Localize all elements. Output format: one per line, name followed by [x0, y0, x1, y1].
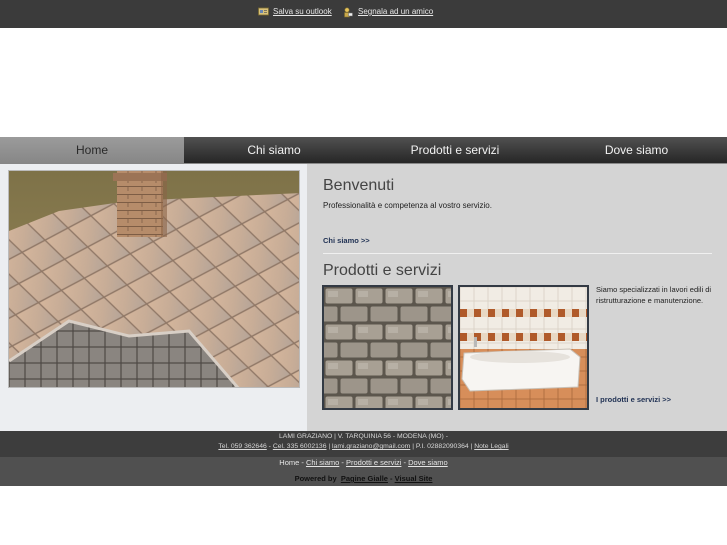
- footer-tel-link[interactable]: Tel. 059 362646: [218, 443, 266, 450]
- top-bar: Salva su outlook Segnala ad un amico: [0, 0, 727, 28]
- footer-nav-home[interactable]: Home: [279, 458, 299, 467]
- welcome-text: Professionalità e competenza al vostro s…: [323, 201, 492, 210]
- main-content: Benvenuti Professionalità e competenza a…: [0, 164, 727, 431]
- tell-friend-link[interactable]: Segnala ad un amico: [343, 7, 434, 18]
- left-column: [0, 164, 307, 431]
- products-text: Siamo specializzati in lavori edili di r…: [596, 285, 712, 305]
- hero-paving-image: [8, 170, 300, 388]
- send-friend-icon: [343, 7, 354, 18]
- footer-nav-prodotti[interactable]: Prodotti e servizi: [346, 458, 401, 467]
- footer-separator: -: [339, 458, 346, 467]
- powered-by: Powered by Pagine Gialle - Visual Site: [0, 474, 727, 483]
- footer-info: LAMI GRAZIANO | V. TARQUINIA 56 - MODENA…: [0, 431, 727, 457]
- footer-company: LAMI GRAZIANO | V. TARQUINIA 56 - MODENA…: [279, 433, 448, 440]
- products-heading: Prodotti e servizi: [323, 262, 442, 279]
- save-outlook-link[interactable]: Salva su outlook: [258, 7, 332, 16]
- nav-item-prodotti[interactable]: Prodotti e servizi: [364, 137, 546, 164]
- pagine-gialle-link[interactable]: Pagine Gialle: [341, 474, 388, 483]
- chi-siamo-link[interactable]: Chi siamo >>: [323, 236, 370, 245]
- right-column: Benvenuti Professionalità e competenza a…: [307, 164, 727, 431]
- header-banner: [0, 28, 727, 137]
- nav-item-chi-siamo[interactable]: Chi siamo: [184, 137, 364, 164]
- nav-item-home[interactable]: Home: [0, 137, 184, 164]
- save-outlook-label: Salva su outlook: [273, 7, 332, 16]
- welcome-heading: Benvenuti: [323, 177, 395, 194]
- footer-contacts: Tel. 059 362646 - Cel. 335 6002136 | lam…: [0, 443, 727, 450]
- products-link[interactable]: I prodotti e servizi >>: [596, 395, 671, 404]
- footer-nav-links: Home - Chi siamo - Prodotti e servizi - …: [0, 457, 727, 467]
- footer-legal-link[interactable]: Note Legali: [474, 443, 508, 450]
- footer-cel-link[interactable]: Cel. 335 6002136: [273, 443, 327, 450]
- powered-prefix: Powered by: [294, 474, 337, 483]
- stone-wall-thumbnail: [322, 285, 453, 410]
- footer-email-link[interactable]: lami.graziano@gmail.com: [332, 443, 410, 450]
- section-divider: [323, 253, 712, 254]
- footer-separator: -: [387, 474, 395, 483]
- footer-vat: P.I. 02882090364: [415, 443, 469, 450]
- bathroom-thumbnail: [458, 285, 589, 410]
- outlook-card-icon: [258, 7, 269, 16]
- visual-site-link[interactable]: Visual Site: [395, 474, 433, 483]
- nav-item-dove-siamo[interactable]: Dove siamo: [546, 137, 727, 164]
- tell-friend-label: Segnala ad un amico: [358, 7, 434, 16]
- footer-separator: -: [299, 458, 306, 467]
- footer-nav-chi-siamo[interactable]: Chi siamo: [306, 458, 339, 467]
- footer-nav-dove-siamo[interactable]: Dove siamo: [408, 458, 448, 467]
- main-nav: Home Chi siamo Prodotti e servizi Dove s…: [0, 137, 727, 164]
